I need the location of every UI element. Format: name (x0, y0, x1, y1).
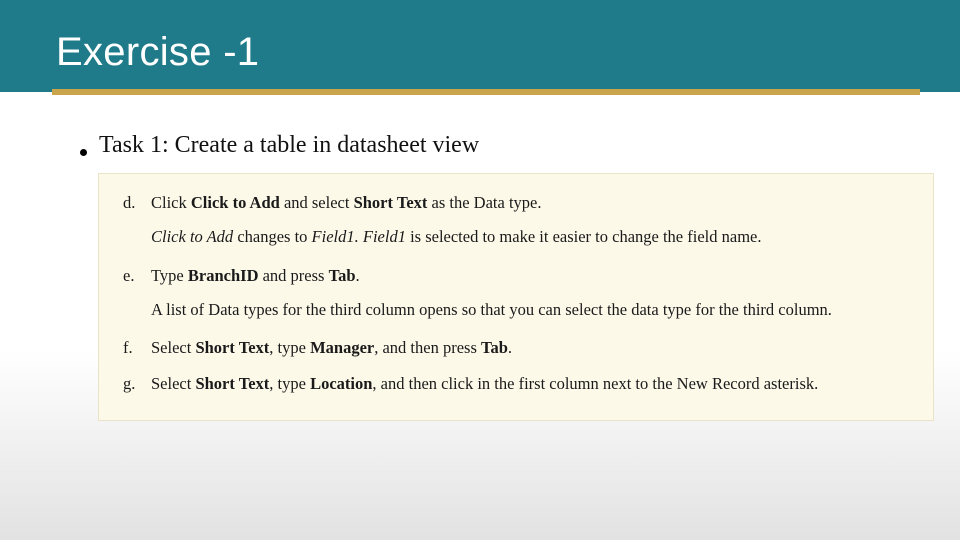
italic-fragment: Field1. Field1 (312, 227, 406, 246)
step-letter: e. (123, 265, 151, 324)
step-d: d. Click Click to Add and select Short T… (123, 192, 909, 251)
step-g: g. Select Short Text, type Location, and… (123, 373, 909, 395)
bold-fragment: Short Text (195, 338, 269, 357)
step-body: Select Short Text, type Location, and th… (151, 373, 909, 395)
step-main-text: Click Click to Add and select Short Text… (151, 192, 909, 214)
bold-fragment: Location (310, 374, 372, 393)
step-body: Click Click to Add and select Short Text… (151, 192, 909, 251)
bold-fragment: Short Text (195, 374, 269, 393)
text-fragment: and press (258, 266, 328, 285)
accent-underline (52, 89, 920, 95)
bullet-item: Task 1: Create a table in datasheet view (80, 132, 960, 159)
text-fragment: Type (151, 266, 188, 285)
text-fragment: . (356, 266, 360, 285)
bold-fragment: BranchID (188, 266, 259, 285)
text-fragment: , and then press (374, 338, 481, 357)
text-fragment: . (508, 338, 512, 357)
bold-fragment: Click to Add (191, 193, 280, 212)
step-body: Select Short Text, type Manager, and the… (151, 337, 909, 359)
bold-fragment: Tab (329, 266, 356, 285)
bold-fragment: Tab (481, 338, 508, 357)
text-fragment: as the Data type. (427, 193, 541, 212)
bullet-dot-icon (80, 149, 87, 156)
italic-fragment: Click to Add (151, 227, 233, 246)
step-main-text: Type BranchID and press Tab. (151, 265, 909, 287)
step-e: e. Type BranchID and press Tab. A list o… (123, 265, 909, 324)
step-body: Type BranchID and press Tab. A list of D… (151, 265, 909, 324)
text-fragment: Select (151, 374, 195, 393)
text-fragment: changes to (233, 227, 311, 246)
step-letter: d. (123, 192, 151, 251)
step-letter: g. (123, 373, 151, 395)
text-fragment: , and then click in the first column nex… (372, 374, 818, 393)
instructions-panel: d. Click Click to Add and select Short T… (98, 173, 934, 421)
text-fragment: and select (280, 193, 354, 212)
step-sub-text: A list of Data types for the third colum… (151, 299, 909, 321)
slide-title: Exercise -1 (56, 30, 960, 75)
step-sub-text: Click to Add changes to Field1. Field1 i… (151, 226, 909, 248)
slide-header: Exercise -1 (0, 0, 960, 92)
text-fragment: is selected to make it easier to change … (406, 227, 762, 246)
step-letter: f. (123, 337, 151, 359)
bold-fragment: Short Text (354, 193, 428, 212)
text-fragment: , type (269, 338, 310, 357)
step-main-text: Select Short Text, type Manager, and the… (151, 337, 909, 359)
text-fragment: , type (269, 374, 310, 393)
text-fragment: Select (151, 338, 195, 357)
step-main-text: Select Short Text, type Location, and th… (151, 373, 909, 395)
step-f: f. Select Short Text, type Manager, and … (123, 337, 909, 359)
bullet-text: Task 1: Create a table in datasheet view (99, 132, 479, 159)
bold-fragment: Manager (310, 338, 374, 357)
text-fragment: Click (151, 193, 191, 212)
